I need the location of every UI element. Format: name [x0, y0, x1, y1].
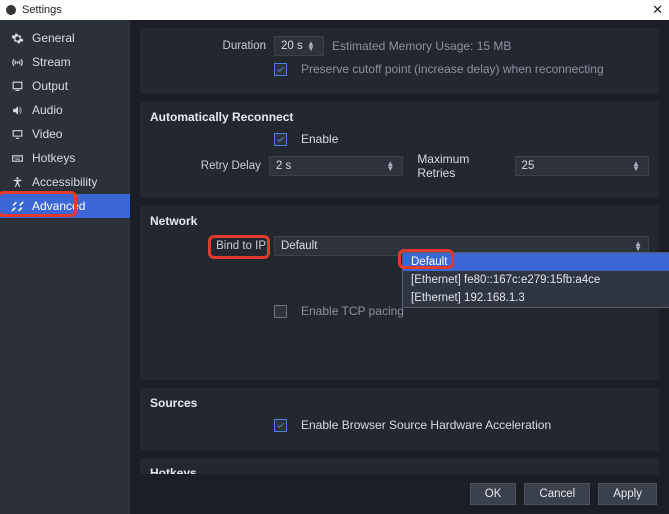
sidebar-item-advanced[interactable]: Advanced — [0, 194, 130, 218]
sidebar-item-label: General — [32, 31, 75, 45]
preserve-cutoff-label: Preserve cutoff point (increase delay) w… — [301, 62, 604, 76]
reconnect-enable-checkbox[interactable] — [274, 133, 287, 146]
tcp-pacing-checkbox[interactable] — [274, 305, 287, 318]
sidebar-item-label: Accessibility — [32, 175, 97, 189]
close-icon[interactable]: ✕ — [652, 2, 663, 18]
panel-delay: Duration 20 s ▲▼ Estimated Memory Usage:… — [140, 28, 659, 94]
sidebar-item-label: Stream — [32, 55, 71, 69]
antenna-icon — [10, 56, 24, 69]
preserve-cutoff-checkbox[interactable] — [274, 63, 287, 76]
retry-delay-label: Retry Delay — [150, 160, 261, 172]
hwaccel-checkbox[interactable] — [274, 419, 287, 432]
sidebar-item-accessibility[interactable]: Accessibility — [0, 170, 130, 194]
max-retries-label: Maximum Retries — [417, 152, 506, 180]
cancel-button[interactable]: Cancel — [524, 483, 590, 505]
memory-usage-label: Estimated Memory Usage: 15 MB — [332, 39, 511, 53]
app-icon — [6, 5, 16, 15]
duration-input[interactable]: 20 s ▲▼ — [274, 36, 324, 56]
sidebar-item-video[interactable]: Video — [0, 122, 130, 146]
ok-button[interactable]: OK — [470, 483, 517, 505]
sidebar: General Stream Output Audio Video Hotkey… — [0, 20, 130, 514]
panel-hotkeys: Hotkeys Hotkey Focus Behavior Never disa… — [140, 458, 659, 474]
panel-sources: Sources Enable Browser Source Hardware A… — [140, 388, 659, 450]
window-title: Settings — [22, 4, 62, 16]
tcp-pacing-label: Enable TCP pacing — [301, 304, 404, 318]
sidebar-item-label: Audio — [32, 103, 63, 117]
keyboard-icon — [10, 152, 24, 165]
dropdown-option-default[interactable]: Default — [403, 253, 669, 271]
network-title: Network — [150, 214, 649, 228]
accessibility-icon — [10, 176, 24, 189]
sources-title: Sources — [150, 396, 649, 410]
max-retries-input[interactable]: 25 ▲▼ — [515, 156, 649, 176]
spinner-icon[interactable]: ▲▼ — [384, 161, 396, 171]
chevron-updown-icon: ▲▼ — [634, 241, 642, 251]
bind-to-ip-value: Default — [281, 240, 317, 252]
gear-icon — [10, 32, 24, 45]
bind-to-ip-dropdown[interactable]: Default [Ethernet] fe80::167c:e279:15fb:… — [402, 252, 669, 308]
hwaccel-label: Enable Browser Source Hardware Accelerat… — [301, 418, 551, 432]
apply-button[interactable]: Apply — [598, 483, 657, 505]
spinner-icon[interactable]: ▲▼ — [305, 41, 317, 51]
dropdown-option-ipv4[interactable]: [Ethernet] 192.168.1.3 — [403, 289, 669, 307]
monitor-icon — [10, 128, 24, 141]
duration-value: 20 s — [281, 40, 303, 52]
speaker-icon — [10, 104, 24, 117]
sidebar-item-stream[interactable]: Stream — [0, 50, 130, 74]
sidebar-item-general[interactable]: General — [0, 26, 130, 50]
dialog-footer: OK Cancel Apply — [130, 474, 669, 514]
output-icon — [10, 80, 24, 93]
content-area: Duration 20 s ▲▼ Estimated Memory Usage:… — [130, 20, 669, 514]
sidebar-item-label: Advanced — [32, 199, 85, 213]
sidebar-item-label: Video — [32, 127, 62, 141]
hotkeys-title: Hotkeys — [150, 466, 649, 474]
sidebar-item-label: Output — [32, 79, 68, 93]
sidebar-item-hotkeys[interactable]: Hotkeys — [0, 146, 130, 170]
reconnect-title: Automatically Reconnect — [150, 110, 649, 124]
reconnect-enable-label: Enable — [301, 132, 338, 146]
titlebar: Settings ✕ — [0, 0, 669, 20]
retry-delay-value: 2 s — [276, 160, 291, 172]
retry-delay-input[interactable]: 2 s ▲▼ — [269, 156, 403, 176]
max-retries-value: 25 — [522, 160, 535, 172]
spinner-icon[interactable]: ▲▼ — [630, 161, 642, 171]
bind-to-ip-label: Bind to IP — [150, 240, 266, 252]
duration-label: Duration — [150, 40, 266, 52]
panel-reconnect: Automatically Reconnect Enable Retry Del… — [140, 102, 659, 198]
tools-icon — [10, 200, 24, 213]
sidebar-item-label: Hotkeys — [32, 151, 75, 165]
dropdown-option-ipv6[interactable]: [Ethernet] fe80::167c:e279:15fb:a4ce — [403, 271, 669, 289]
sidebar-item-output[interactable]: Output — [0, 74, 130, 98]
sidebar-item-audio[interactable]: Audio — [0, 98, 130, 122]
